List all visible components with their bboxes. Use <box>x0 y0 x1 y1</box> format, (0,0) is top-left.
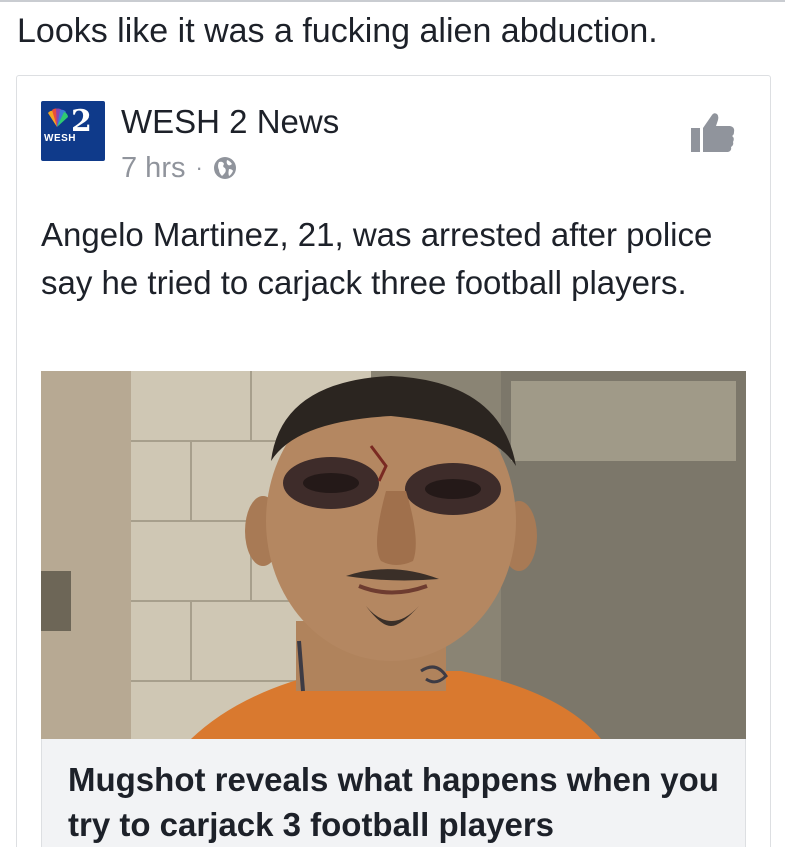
link-caption[interactable]: Mugshot reveals what happens when you tr… <box>41 739 746 847</box>
meta-separator: · <box>195 155 203 180</box>
link-title[interactable]: Mugshot reveals what happens when you tr… <box>68 757 728 847</box>
card-header: 2 WESH WESH 2 News 7 hrs · <box>41 101 746 184</box>
globe-icon <box>213 157 236 179</box>
divider <box>0 0 785 2</box>
page-name-link[interactable]: WESH 2 News <box>121 103 339 141</box>
shared-post-card[interactable]: 2 WESH WESH 2 News 7 hrs · Angelo Martin… <box>16 75 771 847</box>
shared-post-body: Angelo Martinez, 21, was arrested after … <box>41 216 713 301</box>
logo-call-letters: WESH <box>44 133 76 144</box>
timestamp-link[interactable]: 7 hrs <box>121 151 185 185</box>
peacock-icon <box>48 108 68 127</box>
page-logo[interactable]: 2 WESH <box>41 101 105 161</box>
post-meta: 7 hrs · <box>121 151 237 185</box>
post-text: Looks like it was a fucking alien abduct… <box>17 12 658 50</box>
like-icon[interactable] <box>690 111 736 153</box>
mugshot-photo <box>41 371 746 739</box>
link-preview-image[interactable] <box>41 371 746 739</box>
